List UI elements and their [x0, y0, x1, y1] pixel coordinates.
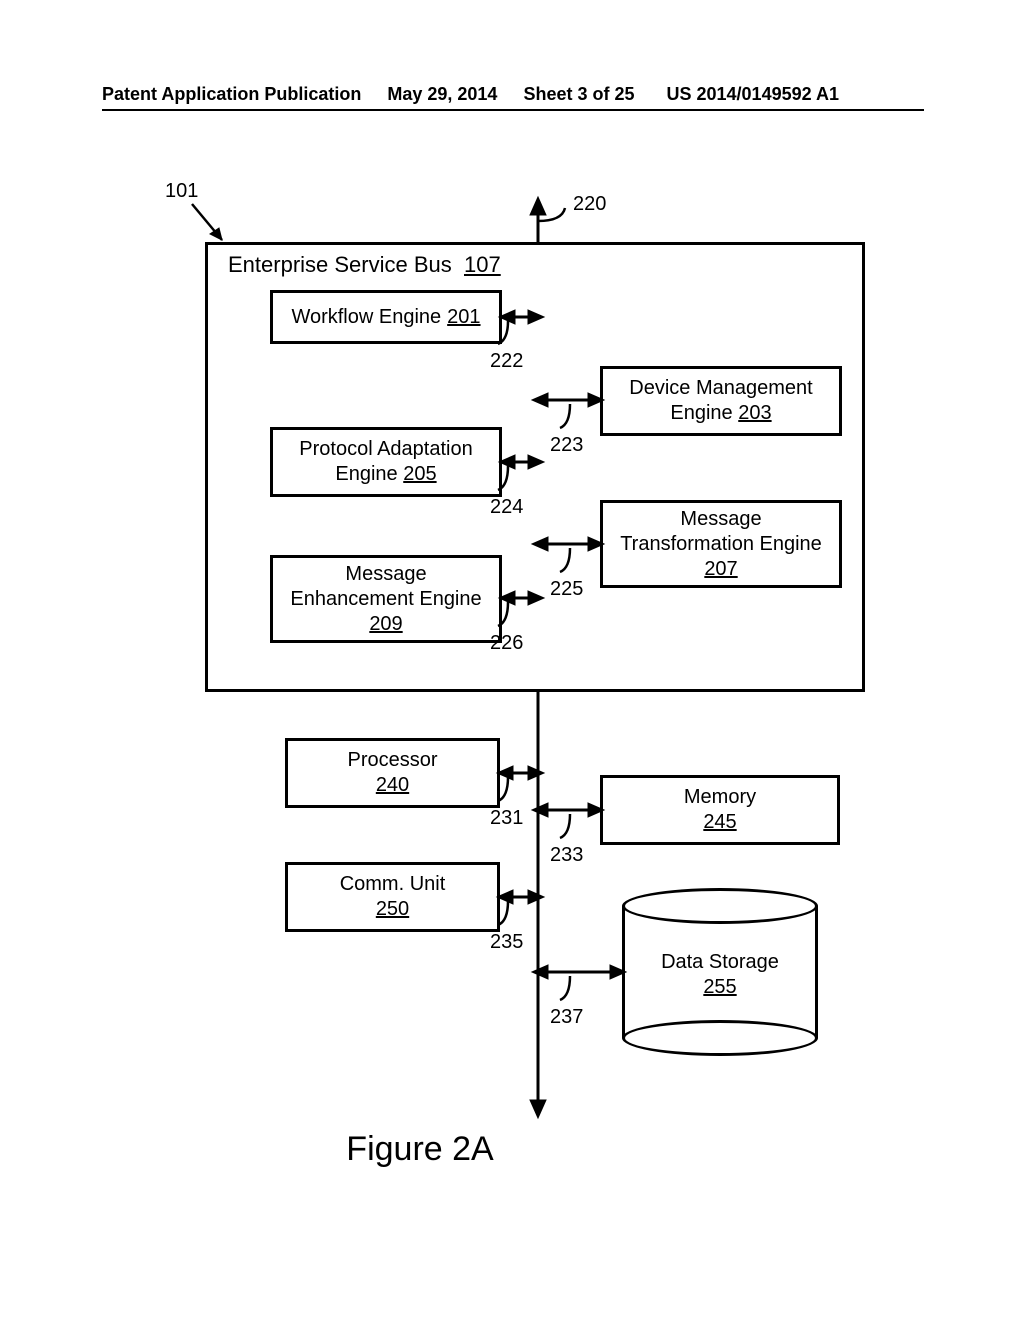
storage-bus-ref: 237 — [550, 1006, 583, 1029]
storage-bus-connector — [0, 0, 1024, 1320]
figure-caption: Figure 2A — [300, 1130, 540, 1169]
